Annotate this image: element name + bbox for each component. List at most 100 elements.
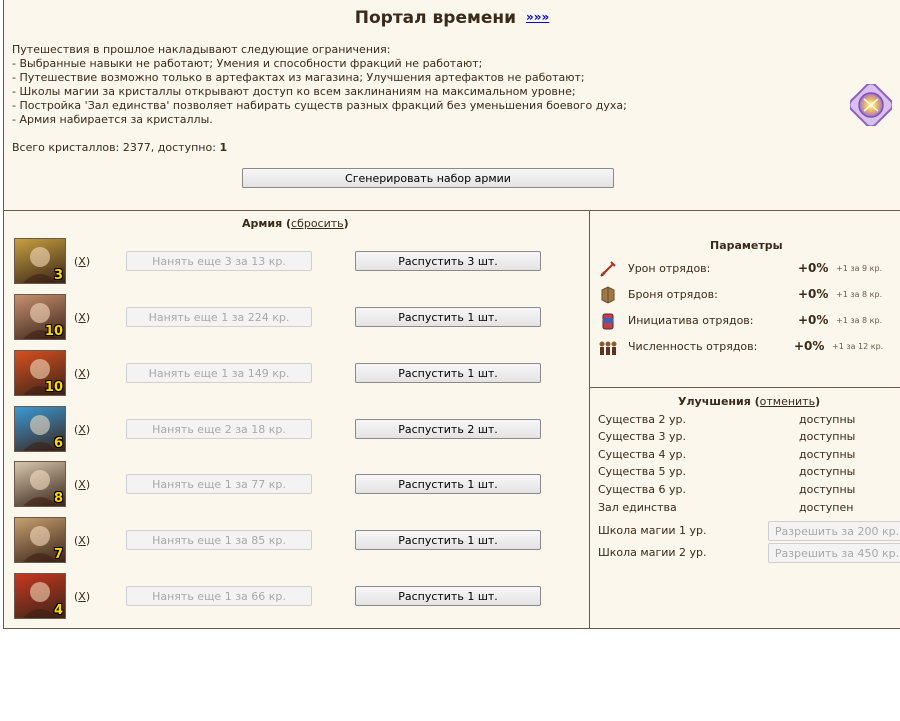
param-label: Численность отрядов:: [628, 340, 758, 353]
reset-army-link[interactable]: сбросить: [291, 217, 344, 230]
restriction-line: - Постройка 'Зал единства' позволяет наб…: [12, 99, 627, 112]
param-value: +0%: [798, 313, 829, 327]
hire-more-button[interactable]: Нанять еще 2 за 18 кр.: [126, 419, 312, 439]
magic-school-label: Школа магии 2 ур.: [598, 546, 707, 559]
upgrade-status: доступны: [799, 413, 856, 426]
dismiss-button[interactable]: Распустить 1 шт.: [355, 307, 541, 327]
upgrade-status: доступен: [799, 501, 854, 514]
unit-row: 8 (X) Нанять еще 1 за 77 кр. Распустить 1 ш…: [14, 461, 584, 509]
unit-row: 6 (X) Нанять еще 2 за 18 кр. Распустить 2 ш…: [14, 406, 584, 454]
remove-unit-link[interactable]: (X): [74, 367, 90, 380]
unit-count: 3: [53, 268, 63, 283]
cancel-upgrades-link[interactable]: отменить: [760, 395, 815, 408]
upgrade-row: Существа 2 ур. доступны: [598, 413, 898, 429]
unit-portrait: 8: [14, 461, 66, 507]
crystals-available: 1: [219, 141, 228, 154]
unlock-magic-2-button[interactable]: Разрешить за 450 кр.: [768, 543, 900, 563]
unit-count: 10: [44, 324, 63, 339]
sword-icon: [600, 261, 616, 277]
army-title-text: Армия: [242, 217, 283, 230]
unit-row: 10 (X) Нанять еще 1 за 224 кр. Распустить 1…: [14, 294, 584, 342]
upgrades-title-text: Улучшения: [678, 395, 751, 408]
unit-row: 3 (X) Нанять еще 3 за 13 кр. Распустить 3 ш…: [14, 238, 584, 286]
remove-unit-label: X: [78, 367, 86, 380]
restriction-line: - Путешествие возможно только в артефакт…: [12, 71, 585, 84]
unit-portrait: 10: [14, 294, 66, 340]
time-portal-icon: [850, 84, 892, 126]
param-row-count: Численность отрядов: +0% +1 за 12 кр.: [598, 337, 898, 357]
unit-portrait: 10: [14, 350, 66, 396]
unit-count: 8: [53, 491, 63, 506]
upgrade-row: Существа 4 ур. доступны: [598, 448, 898, 464]
hire-more-button[interactable]: Нанять еще 1 за 77 кр.: [126, 474, 312, 494]
remove-unit-link[interactable]: (X): [74, 478, 90, 491]
param-step: +1 за 8 кр.: [836, 290, 883, 299]
crystals-summary: Всего кристаллов: 2377, доступно: 1: [12, 141, 227, 154]
hire-more-button[interactable]: Нанять еще 1 за 224 кр.: [126, 307, 312, 327]
upgrade-status: доступны: [799, 448, 856, 461]
unlock-magic-1-button[interactable]: Разрешить за 200 кр.: [768, 521, 900, 541]
remove-unit-link[interactable]: (X): [74, 590, 90, 603]
army-section: Армия (сбросить) 3 (X) Нанять еще 3 за 13 …: [4, 211, 590, 629]
armor-icon: [601, 286, 615, 304]
page-title: Портал времени »»»: [4, 8, 900, 28]
remove-unit-link[interactable]: (X): [74, 423, 90, 436]
generate-army-button[interactable]: Сгенерировать набор армии: [242, 168, 614, 188]
remove-unit-link[interactable]: (X): [74, 311, 90, 324]
unit-row: 4 (X) Нанять еще 1 за 66 кр. Распустить 1 ш…: [14, 573, 584, 621]
upgrade-status: доступны: [799, 483, 856, 496]
upgrade-label: Существа 2 ур.: [598, 413, 686, 426]
upgrade-label: Зал единства: [598, 501, 677, 514]
dismiss-button[interactable]: Распустить 2 шт.: [355, 419, 541, 439]
remove-unit-label: X: [78, 423, 86, 436]
remove-unit-label: X: [78, 590, 86, 603]
hire-more-button[interactable]: Нанять еще 1 за 85 кр.: [126, 530, 312, 550]
dismiss-button[interactable]: Распустить 1 шт.: [355, 474, 541, 494]
remove-unit-label: X: [78, 255, 86, 268]
param-value: +0%: [794, 339, 825, 353]
crystals-label: Всего кристаллов: 2377, доступно:: [12, 141, 216, 154]
upgrade-status: доступны: [799, 465, 856, 478]
param-step: +1 за 8 кр.: [836, 316, 883, 325]
param-label: Инициатива отрядов:: [628, 314, 754, 327]
param-row-damage: Урон отрядов: +0% +1 за 9 кр.: [598, 259, 898, 279]
remove-unit-link[interactable]: (X): [74, 534, 90, 547]
hire-more-button[interactable]: Нанять еще 3 за 13 кр.: [126, 251, 312, 271]
param-value: +0%: [798, 261, 829, 275]
dismiss-button[interactable]: Распустить 1 шт.: [355, 363, 541, 383]
param-row-initiative: Инициатива отрядов: +0% +1 за 8 кр.: [598, 311, 898, 331]
unit-count: 6: [53, 436, 63, 451]
param-value: +0%: [798, 287, 829, 301]
portal-info-section: Портал времени »»» Путешествия в прошлое…: [4, 0, 900, 211]
restriction-line: - Выбранные навыки не работают; Умения и…: [12, 57, 483, 70]
magic-school-label: Школа магии 1 ур.: [598, 524, 707, 537]
parameters-section: Параметры Урон отрядов: +0% +1 за 9 кр. …: [590, 211, 900, 388]
param-label: Урон отрядов:: [628, 262, 711, 275]
dismiss-button[interactable]: Распустить 3 шт.: [355, 251, 541, 271]
upgrade-row: Существа 5 ур. доступны: [598, 465, 898, 481]
unit-row: 10 (X) Нанять еще 1 за 149 кр. Распустить 1…: [14, 350, 584, 398]
unit-portrait: 6: [14, 406, 66, 452]
remove-unit-label: X: [78, 311, 86, 324]
upgrade-label: Существа 5 ур.: [598, 465, 686, 478]
hire-more-button[interactable]: Нанять еще 1 за 149 кр.: [126, 363, 312, 383]
dismiss-button[interactable]: Распустить 1 шт.: [355, 530, 541, 550]
restrictions-text: Путешествия в прошлое накладывают следую…: [12, 43, 627, 127]
param-step: +1 за 12 кр.: [832, 342, 884, 351]
remove-unit-label: X: [78, 478, 86, 491]
upgrade-status: доступны: [799, 430, 856, 443]
portal-panel: Портал времени »»» Путешествия в прошлое…: [3, 0, 900, 629]
unit-portrait: 4: [14, 573, 66, 619]
remove-unit-link[interactable]: (X): [74, 255, 90, 268]
remove-unit-label: X: [78, 534, 86, 547]
more-link[interactable]: »»»: [526, 10, 549, 24]
upgrade-label: Существа 4 ур.: [598, 448, 686, 461]
hire-more-button[interactable]: Нанять еще 1 за 66 кр.: [126, 586, 312, 606]
upgrade-label: Существа 6 ур.: [598, 483, 686, 496]
unit-portrait: 3: [14, 238, 66, 284]
upgrade-row: Существа 6 ур. доступны: [598, 483, 898, 499]
upgrade-row: Существа 3 ур. доступны: [598, 430, 898, 446]
dismiss-button[interactable]: Распустить 1 шт.: [355, 586, 541, 606]
parameters-title: Параметры: [710, 239, 783, 252]
param-row-armor: Броня отрядов: +0% +1 за 8 кр.: [598, 285, 898, 305]
